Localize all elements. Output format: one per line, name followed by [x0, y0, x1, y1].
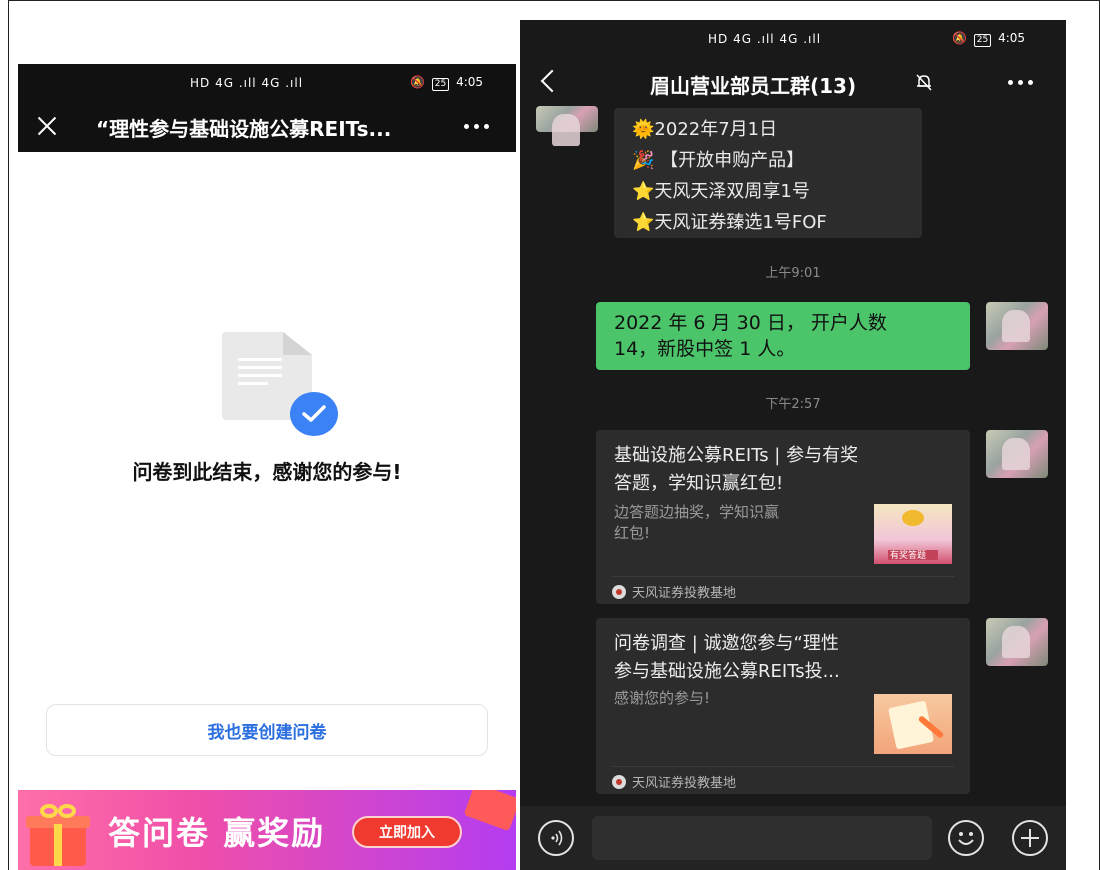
group-title[interactable]: 眉山营业部员工群(13) [650, 70, 856, 99]
back-arrow-icon[interactable] [540, 69, 564, 93]
frame-left-line [8, 0, 9, 870]
source-logo-icon [612, 584, 626, 599]
battery-and-time: 🔕 25 4:05 [952, 31, 1025, 47]
message-line: 🎉 【开放申购产品】 [632, 150, 805, 171]
notification-off-icon: 🔕 [952, 31, 967, 45]
card-description: 感谢您的参与! [614, 689, 711, 707]
card-title-line: 基础设施公募REITs | 参与有奖 [614, 445, 859, 466]
document-check-icon [222, 332, 338, 436]
chat-nav-bar: 眉山营业部员工群(13) [520, 58, 1066, 108]
clock: 4:05 [456, 75, 484, 89]
survey-end-message: 问卷到此结束，感谢您的参与! [132, 460, 402, 484]
card-source: 天风证券投教基地 [612, 772, 736, 791]
link-card-reits-quiz[interactable]: 基础设施公募REITs | 参与有奖 答题，学知识赢红包! 边答题边抽奖，学知识… [596, 430, 970, 604]
card-description: 边答题边抽奖，学知识赢 [614, 503, 780, 521]
add-plus-icon[interactable] [1012, 820, 1048, 856]
promo-banner[interactable]: 答问卷 赢奖励 立即加入 [18, 790, 516, 870]
create-survey-button[interactable]: 我也要创建问卷 [46, 704, 488, 756]
more-options-icon[interactable] [1008, 80, 1033, 85]
wechat-group-chat-screen: HD 4G .ıll 4G .ıll 🔕 25 4:05 眉山营业部员工群(13… [520, 20, 1066, 870]
message-bubble-self[interactable]: 2022 年 6 月 30 日， 开户人数 14，新股中签 1 人。 [596, 302, 970, 370]
card-description: 红包! [614, 524, 651, 542]
close-icon[interactable] [36, 114, 58, 136]
banner-text: 答问卷 赢奖励 [108, 814, 326, 852]
voice-input-icon[interactable] [538, 820, 574, 856]
card-thumbnail: 有奖答题 [874, 504, 952, 564]
timestamp: 上午9:01 [765, 266, 821, 281]
message-line: 2022 年 6 月 30 日， 开户人数 [614, 312, 887, 334]
notification-off-icon: 🔕 [410, 75, 425, 89]
source-logo-icon [612, 774, 626, 789]
card-source: 天风证券投教基地 [612, 582, 736, 601]
self-avatar[interactable] [986, 430, 1048, 478]
battery-and-time: 🔕 25 4:05 [410, 75, 483, 91]
status-bar: HD 4G .ıll 4G .ıll 🔕 25 4:05 [520, 20, 1066, 58]
self-avatar[interactable] [986, 302, 1048, 350]
timestamp: 下午2:57 [765, 397, 821, 412]
message-bubble-announcement[interactable]: 🌞2022年7月1日 🎉 【开放申购产品】 ⭐天风天泽双周享1号 ⭐天风证券臻选… [614, 108, 922, 238]
chat-input-bar [520, 806, 1066, 870]
browser-nav-bar: “理性参与基础设施公募REITs... [18, 102, 516, 152]
self-avatar[interactable] [986, 618, 1048, 666]
source-name: 天风证券投教基地 [632, 776, 737, 791]
message-line: ⭐天风天泽双周享1号 [632, 181, 810, 202]
gift-box-icon [26, 804, 90, 866]
message-line: ⭐天风证券臻选1号FOF [632, 212, 827, 233]
status-bar: HD 4G .ıll 4G .ıll 🔕 25 4:05 [18, 64, 516, 102]
message-input[interactable] [592, 816, 932, 860]
survey-complete-screen: HD 4G .ıll 4G .ıll 🔕 25 4:05 “理性参与基础设施公募… [18, 64, 516, 870]
gift-corner-icon [463, 790, 516, 832]
card-title-line: 问卷调查 | 诚邀您参与“理性 [614, 633, 839, 654]
clock: 4:05 [998, 31, 1026, 45]
frame-top-line [8, 0, 1100, 1]
card-thumbnail [874, 694, 952, 754]
join-now-button[interactable]: 立即加入 [352, 816, 462, 848]
message-line: 🌞2022年7月1日 [632, 119, 778, 140]
page-title: “理性参与基础设施公募REITs... [96, 116, 392, 141]
mute-bell-icon [916, 74, 932, 91]
network-status: HD 4G .ıll 4G .ıll [190, 76, 304, 90]
thumbnail-label: 有奖答题 [890, 551, 927, 561]
sender-avatar[interactable] [536, 106, 598, 146]
emoji-icon[interactable] [948, 820, 984, 856]
network-status: HD 4G .ıll 4G .ıll [708, 32, 822, 46]
message-line: 14，新股中签 1 人。 [614, 338, 796, 360]
card-title-line: 答题，学知识赢红包! [614, 473, 784, 494]
battery-icon: 25 [973, 34, 992, 47]
link-card-survey[interactable]: 问卷调查 | 诚邀您参与“理性 参与基础设施公募REITs投... 感谢您的参与… [596, 618, 970, 794]
more-options-icon[interactable] [464, 124, 489, 129]
card-title-line: 参与基础设施公募REITs投... [614, 661, 840, 682]
checkmark-badge-icon [290, 392, 338, 436]
battery-icon: 25 [431, 78, 450, 91]
source-name: 天风证券投教基地 [632, 586, 737, 601]
